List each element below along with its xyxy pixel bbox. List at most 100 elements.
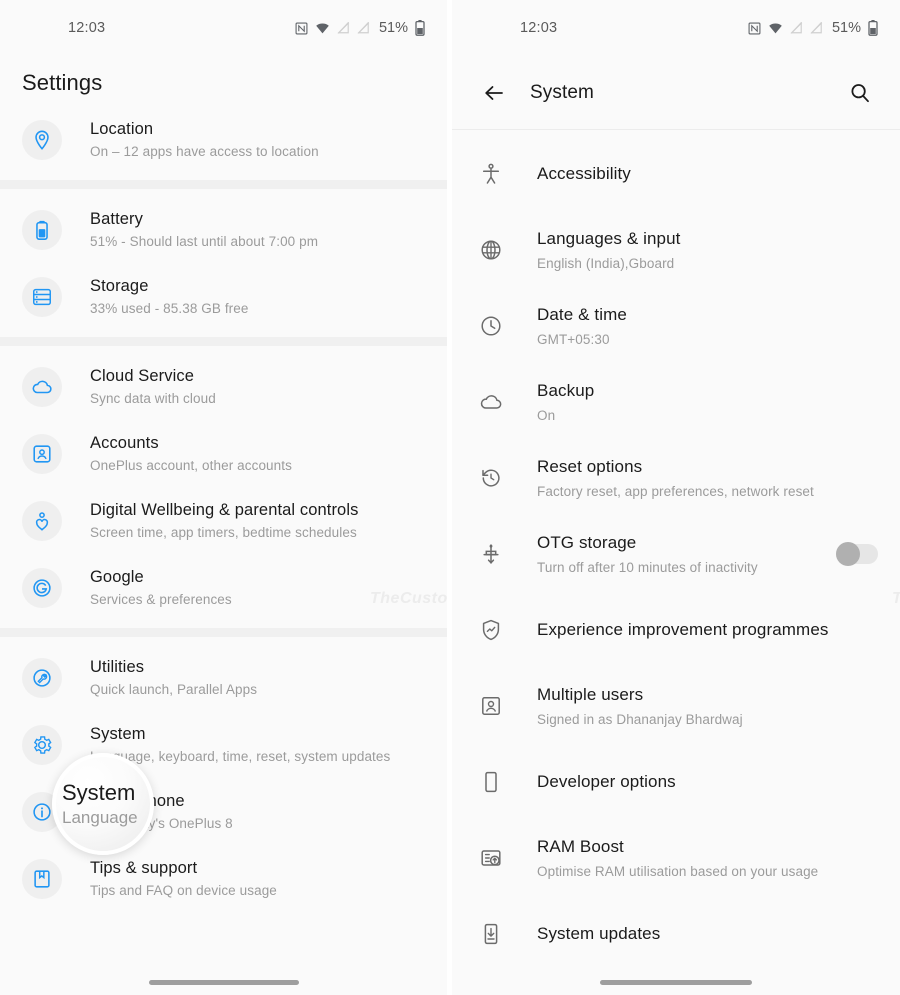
row-subtitle: Turn off after 10 minutes of inactivity [537, 559, 758, 575]
row-text: Reset options Factory reset, app prefere… [537, 456, 814, 500]
battery-percent: 51% [831, 20, 861, 36]
signal-disabled-icon [357, 22, 370, 34]
system-row-ram-boost[interactable]: RAM Boost Optimise RAM utilisation based… [452, 820, 900, 896]
settings-row-utilities[interactable]: Utilities Quick launch, Parallel Apps [0, 644, 447, 711]
row-title: Cloud Service [90, 367, 195, 386]
section-divider [0, 180, 447, 189]
clock-icon [476, 306, 506, 346]
toggle-knob [836, 542, 860, 566]
section-divider [0, 337, 447, 346]
row-subtitle: Factory reset, app preferences, network … [537, 483, 814, 499]
signal-disabled-icon [790, 22, 803, 34]
wifi-icon [768, 22, 783, 34]
page-title: System [530, 81, 594, 103]
nfc-icon [748, 22, 761, 35]
cloud-icon [476, 382, 506, 422]
row-title: Location [90, 120, 154, 139]
row-text: Storage 33% used - 85.38 GB free [90, 275, 249, 318]
row-title: RAM Boost [537, 836, 624, 856]
row-text: Experience improvement programmes [537, 619, 828, 642]
status-bar-right: 12:03 51% [452, 0, 900, 56]
cloud-icon [22, 366, 62, 407]
row-subtitle: Quick launch, Parallel Apps [90, 682, 258, 698]
power-icon [476, 990, 506, 995]
row-title: Reset options [537, 456, 643, 476]
row-title: Accessibility [537, 163, 631, 183]
row-title: Google [90, 568, 144, 587]
system-row-experience-improvement[interactable]: Experience improvement programmes [452, 592, 900, 668]
settings-row-tips-support[interactable]: Tips & support Tips and FAQ on device us… [0, 845, 447, 912]
utilities-icon [22, 657, 62, 698]
row-subtitle: OnePlus account, other accounts [90, 458, 292, 474]
row-text: System updates [537, 923, 660, 946]
settings-row-digital-wellbeing[interactable]: Digital Wellbeing & parental controls Sc… [0, 487, 447, 554]
row-title: Battery [90, 210, 143, 229]
row-subtitle: Signed in as Dhananjay Bhardwaj [537, 711, 743, 727]
status-time: 12:03 [520, 20, 558, 36]
gesture-nav-pill[interactable] [148, 980, 299, 985]
row-subtitle: Services & preferences [90, 592, 232, 608]
row-title: System updates [537, 923, 661, 943]
settings-row-cloud-service[interactable]: Cloud Service Sync data with cloud [0, 353, 447, 420]
row-text: Tips & support Tips and FAQ on device us… [90, 857, 277, 900]
usb-otg-icon [476, 534, 506, 574]
system-row-multiple-users[interactable]: Multiple users Signed in as Dhananjay Bh… [452, 668, 900, 744]
wellbeing-icon [22, 500, 62, 541]
system-screen: 12:03 51% System Accessibility Languages… [452, 0, 900, 995]
status-time: 12:03 [68, 20, 106, 36]
row-text: Google Services & preferences [90, 566, 232, 609]
row-subtitle: 33% used - 85.38 GB free [90, 301, 249, 317]
google-icon [22, 567, 62, 608]
status-icons: 51% [748, 20, 878, 36]
battery-icon [22, 209, 62, 250]
settings-row-google[interactable]: Google Services & preferences [0, 554, 447, 621]
accessibility-icon [476, 154, 506, 194]
row-title: Accounts [90, 434, 159, 453]
system-row-reset-options[interactable]: Reset options Factory reset, app prefere… [452, 440, 900, 516]
dual-screenshot-container: 12:03 51% Settings Location On – 12 apps… [0, 0, 900, 995]
settings-row-accounts[interactable]: Accounts OnePlus account, other accounts [0, 420, 447, 487]
reset-history-icon [476, 458, 506, 498]
row-title: Developer options [537, 771, 676, 791]
row-subtitle: English (India),Gboard [537, 255, 675, 271]
row-text: Date & time GMT+05:30 [537, 304, 627, 348]
gesture-nav-pill[interactable] [600, 980, 752, 985]
row-title: Utilities [90, 658, 145, 677]
settings-row-battery[interactable]: Battery 51% - Should last until about 7:… [0, 196, 447, 263]
search-icon[interactable] [842, 75, 878, 111]
system-row-accessibility[interactable]: Accessibility [452, 136, 900, 212]
row-title: Multiple users [537, 684, 644, 704]
row-subtitle: Optimise RAM utilisation based on your u… [537, 863, 819, 879]
settings-row-storage[interactable]: Storage 33% used - 85.38 GB free [0, 263, 447, 330]
wifi-icon [315, 22, 330, 34]
settings-row-location[interactable]: Location On – 12 apps have access to loc… [0, 106, 447, 173]
accounts-icon [22, 433, 62, 474]
nfc-icon [295, 22, 308, 35]
system-row-developer-options[interactable]: Developer options [452, 744, 900, 820]
row-text: Cloud Service Sync data with cloud [90, 365, 216, 408]
row-text: Languages & input English (India),Gboard [537, 228, 681, 272]
row-title: Experience improvement programmes [537, 619, 829, 639]
location-pin-icon [22, 119, 62, 160]
row-text: OTG storage Turn off after 10 minutes of… [537, 532, 758, 576]
otg-storage-toggle[interactable] [836, 542, 878, 566]
system-row-date-time[interactable]: Date & time GMT+05:30 [452, 288, 900, 364]
system-row-backup[interactable]: Backup On [452, 364, 900, 440]
row-subtitle: GMT+05:30 [537, 331, 610, 347]
row-text: Digital Wellbeing & parental controls Sc… [90, 499, 358, 542]
magnifier-title: System [62, 780, 136, 805]
back-arrow-icon[interactable] [474, 73, 514, 113]
tips-book-icon [22, 858, 62, 899]
row-subtitle: Sync data with cloud [90, 391, 216, 407]
system-update-icon [476, 914, 506, 954]
system-row-otg-storage[interactable]: OTG storage Turn off after 10 minutes of… [452, 516, 900, 592]
system-row-languages-input[interactable]: Languages & input English (India),Gboard [452, 212, 900, 288]
row-text: Location On – 12 apps have access to loc… [90, 118, 319, 161]
system-row-system-updates[interactable]: System updates [452, 896, 900, 972]
row-text: Battery 51% - Should last until about 7:… [90, 208, 318, 251]
battery-icon [868, 20, 878, 36]
row-text: Multiple users Signed in as Dhananjay Bh… [537, 684, 743, 728]
status-icons: 51% [295, 20, 425, 36]
settings-screen: 12:03 51% Settings Location On – 12 apps… [0, 0, 447, 995]
phone-icon [476, 762, 506, 802]
